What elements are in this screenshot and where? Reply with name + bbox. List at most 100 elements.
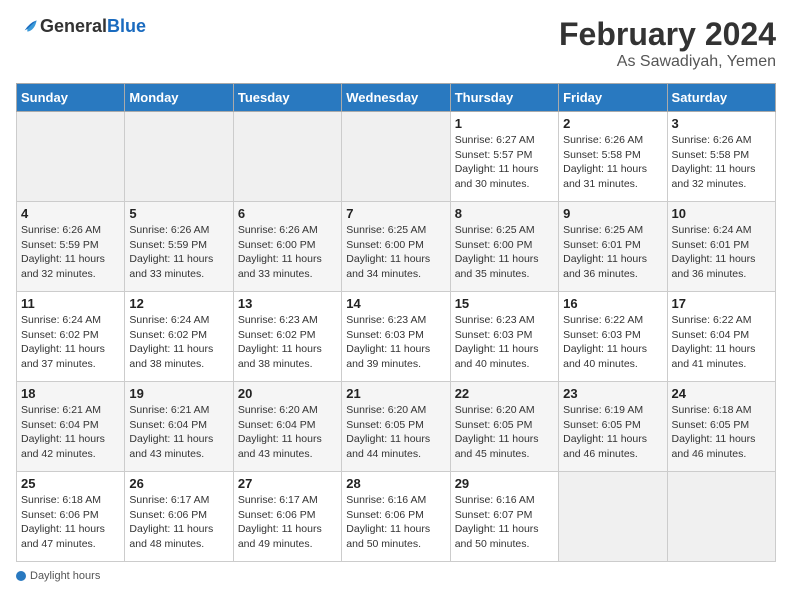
col-header-tuesday: Tuesday xyxy=(233,84,341,112)
calendar-week-0: 1 Sunrise: 6:27 AMSunset: 5:57 PMDaylight… xyxy=(17,112,776,202)
month-year-title: February 2024 xyxy=(559,16,776,53)
calendar-week-2: 11 Sunrise: 6:24 AMSunset: 6:02 PMDayligh… xyxy=(17,292,776,382)
calendar-cell: 26 Sunrise: 6:17 AMSunset: 6:06 PMDayligh… xyxy=(125,472,233,562)
day-number: 15 xyxy=(455,296,554,311)
day-info: Sunrise: 6:24 AMSunset: 6:02 PMDaylight:… xyxy=(129,313,228,372)
day-info: Sunrise: 6:22 AMSunset: 6:04 PMDaylight:… xyxy=(672,313,771,372)
day-info: Sunrise: 6:20 AMSunset: 6:05 PMDaylight:… xyxy=(346,403,445,462)
calendar-week-1: 4Sunrise: 6:26 AMSunset: 5:59 PMDaylight… xyxy=(17,202,776,292)
calendar-cell: 25 Sunrise: 6:18 AMSunset: 6:06 PMDayligh… xyxy=(17,472,125,562)
day-info: Sunrise: 6:25 AMSunset: 6:00 PMDaylight:… xyxy=(346,223,445,282)
calendar-cell: 29 Sunrise: 6:16 AMSunset: 6:07 PMDayligh… xyxy=(450,472,558,562)
calendar-cell: 11Sunrise: 6:24 AMSunset: 6:02 PMDayligh… xyxy=(17,292,125,382)
calendar-cell: 15 Sunrise: 6:23 AMSunset: 6:03 PMDayligh… xyxy=(450,292,558,382)
day-info: Sunrise: 6:18 AMSunset: 6:06 PMDaylight:… xyxy=(21,493,120,552)
calendar-cell: 13Sunrise: 6:23 AMSunset: 6:02 PMDayligh… xyxy=(233,292,341,382)
header-row: SundayMondayTuesdayWednesdayThursdayFrid… xyxy=(17,84,776,112)
day-number: 23 xyxy=(563,386,662,401)
calendar-cell: 21 Sunrise: 6:20 AMSunset: 6:05 PMDayligh… xyxy=(342,382,450,472)
title-block: February 2024 As Sawadiyah, Yemen xyxy=(559,16,776,71)
day-info: Sunrise: 6:23 AMSunset: 6:03 PMDaylight:… xyxy=(346,313,445,372)
day-number: 24 xyxy=(672,386,771,401)
day-number: 26 xyxy=(129,476,228,491)
day-number: 16 xyxy=(563,296,662,311)
calendar-cell: 9 Sunrise: 6:25 AMSunset: 6:01 PMDaylight… xyxy=(559,202,667,292)
day-info: Sunrise: 6:26 AMSunset: 5:58 PMDaylight:… xyxy=(563,133,662,192)
day-info: Sunrise: 6:17 AMSunset: 6:06 PMDaylight:… xyxy=(238,493,337,552)
logo-text-general: General xyxy=(40,16,107,36)
day-number: 13 xyxy=(238,296,337,311)
col-header-friday: Friday xyxy=(559,84,667,112)
day-number: 18 xyxy=(21,386,120,401)
calendar-cell: 14 Sunrise: 6:23 AMSunset: 6:03 PMDayligh… xyxy=(342,292,450,382)
day-number: 11 xyxy=(21,296,120,311)
day-number: 28 xyxy=(346,476,445,491)
calendar-cell: 12 Sunrise: 6:24 AMSunset: 6:02 PMDayligh… xyxy=(125,292,233,382)
day-info: Sunrise: 6:20 AMSunset: 6:04 PMDaylight:… xyxy=(238,403,337,462)
day-number: 8 xyxy=(455,206,554,221)
day-number: 20 xyxy=(238,386,337,401)
day-info: Sunrise: 6:26 AMSunset: 6:00 PMDaylight:… xyxy=(238,223,337,282)
day-number: 29 xyxy=(455,476,554,491)
day-info: Sunrise: 6:23 AMSunset: 6:03 PMDaylight:… xyxy=(455,313,554,372)
day-number: 9 xyxy=(563,206,662,221)
logo-text-blue: Blue xyxy=(107,16,146,36)
day-info: Sunrise: 6:22 AMSunset: 6:03 PMDaylight:… xyxy=(563,313,662,372)
calendar-cell: 16 Sunrise: 6:22 AMSunset: 6:03 PMDayligh… xyxy=(559,292,667,382)
calendar-week-4: 25 Sunrise: 6:18 AMSunset: 6:06 PMDayligh… xyxy=(17,472,776,562)
day-number: 27 xyxy=(238,476,337,491)
page-header: GeneralBlue February 2024 As Sawadiyah, … xyxy=(16,16,776,71)
calendar-table: SundayMondayTuesdayWednesdayThursdayFrid… xyxy=(16,83,776,562)
calendar-cell: 17 Sunrise: 6:22 AMSunset: 6:04 PMDayligh… xyxy=(667,292,775,382)
day-info: Sunrise: 6:19 AMSunset: 6:05 PMDaylight:… xyxy=(563,403,662,462)
day-number: 22 xyxy=(455,386,554,401)
calendar-cell: 28 Sunrise: 6:16 AMSunset: 6:06 PMDayligh… xyxy=(342,472,450,562)
location-subtitle: As Sawadiyah, Yemen xyxy=(559,53,776,71)
day-number: 12 xyxy=(129,296,228,311)
calendar-cell: 27 Sunrise: 6:17 AMSunset: 6:06 PMDayligh… xyxy=(233,472,341,562)
day-number: 14 xyxy=(346,296,445,311)
calendar-cell: 1 Sunrise: 6:27 AMSunset: 5:57 PMDaylight… xyxy=(450,112,558,202)
calendar-cell: 18 Sunrise: 6:21 AMSunset: 6:04 PMDayligh… xyxy=(17,382,125,472)
col-header-saturday: Saturday xyxy=(667,84,775,112)
day-info: Sunrise: 6:16 AMSunset: 6:07 PMDaylight:… xyxy=(455,493,554,552)
day-info: Sunrise: 6:20 AMSunset: 6:05 PMDaylight:… xyxy=(455,403,554,462)
day-info: Sunrise: 6:27 AMSunset: 5:57 PMDaylight:… xyxy=(455,133,554,192)
col-header-sunday: Sunday xyxy=(17,84,125,112)
day-number: 17 xyxy=(672,296,771,311)
day-number: 21 xyxy=(346,386,445,401)
calendar-cell xyxy=(667,472,775,562)
daylight-label: Daylight hours xyxy=(30,570,100,582)
day-info: Sunrise: 6:18 AMSunset: 6:05 PMDaylight:… xyxy=(672,403,771,462)
day-info: Sunrise: 6:25 AMSunset: 6:01 PMDaylight:… xyxy=(563,223,662,282)
calendar-cell: 2 Sunrise: 6:26 AMSunset: 5:58 PMDaylight… xyxy=(559,112,667,202)
day-number: 1 xyxy=(455,116,554,131)
calendar-cell xyxy=(17,112,125,202)
calendar-cell: 7Sunrise: 6:25 AMSunset: 6:00 PMDaylight… xyxy=(342,202,450,292)
day-info: Sunrise: 6:16 AMSunset: 6:06 PMDaylight:… xyxy=(346,493,445,552)
logo-bird-icon xyxy=(18,17,38,37)
daylight-legend: Daylight hours xyxy=(16,570,100,582)
calendar-cell: 4Sunrise: 6:26 AMSunset: 5:59 PMDaylight… xyxy=(17,202,125,292)
calendar-cell: 19Sunrise: 6:21 AMSunset: 6:04 PMDayligh… xyxy=(125,382,233,472)
calendar-cell: 6Sunrise: 6:26 AMSunset: 6:00 PMDaylight… xyxy=(233,202,341,292)
day-info: Sunrise: 6:21 AMSunset: 6:04 PMDaylight:… xyxy=(21,403,120,462)
calendar-cell: 20 Sunrise: 6:20 AMSunset: 6:04 PMDayligh… xyxy=(233,382,341,472)
day-number: 25 xyxy=(21,476,120,491)
day-info: Sunrise: 6:25 AMSunset: 6:00 PMDaylight:… xyxy=(455,223,554,282)
daylight-dot xyxy=(16,571,26,581)
calendar-cell xyxy=(559,472,667,562)
calendar-body: 1 Sunrise: 6:27 AMSunset: 5:57 PMDaylight… xyxy=(17,112,776,562)
day-number: 19 xyxy=(129,386,228,401)
day-info: Sunrise: 6:17 AMSunset: 6:06 PMDaylight:… xyxy=(129,493,228,552)
day-number: 10 xyxy=(672,206,771,221)
calendar-cell: 23 Sunrise: 6:19 AMSunset: 6:05 PMDayligh… xyxy=(559,382,667,472)
calendar-cell: 24 Sunrise: 6:18 AMSunset: 6:05 PMDayligh… xyxy=(667,382,775,472)
day-number: 2 xyxy=(563,116,662,131)
day-info: Sunrise: 6:26 AMSunset: 5:59 PMDaylight:… xyxy=(21,223,120,282)
calendar-cell: 8 Sunrise: 6:25 AMSunset: 6:00 PMDaylight… xyxy=(450,202,558,292)
calendar-cell: 3Sunrise: 6:26 AMSunset: 5:58 PMDaylight… xyxy=(667,112,775,202)
day-info: Sunrise: 6:24 AMSunset: 6:01 PMDaylight:… xyxy=(672,223,771,282)
day-info: Sunrise: 6:26 AMSunset: 5:58 PMDaylight:… xyxy=(672,133,771,192)
calendar-header: SundayMondayTuesdayWednesdayThursdayFrid… xyxy=(17,84,776,112)
